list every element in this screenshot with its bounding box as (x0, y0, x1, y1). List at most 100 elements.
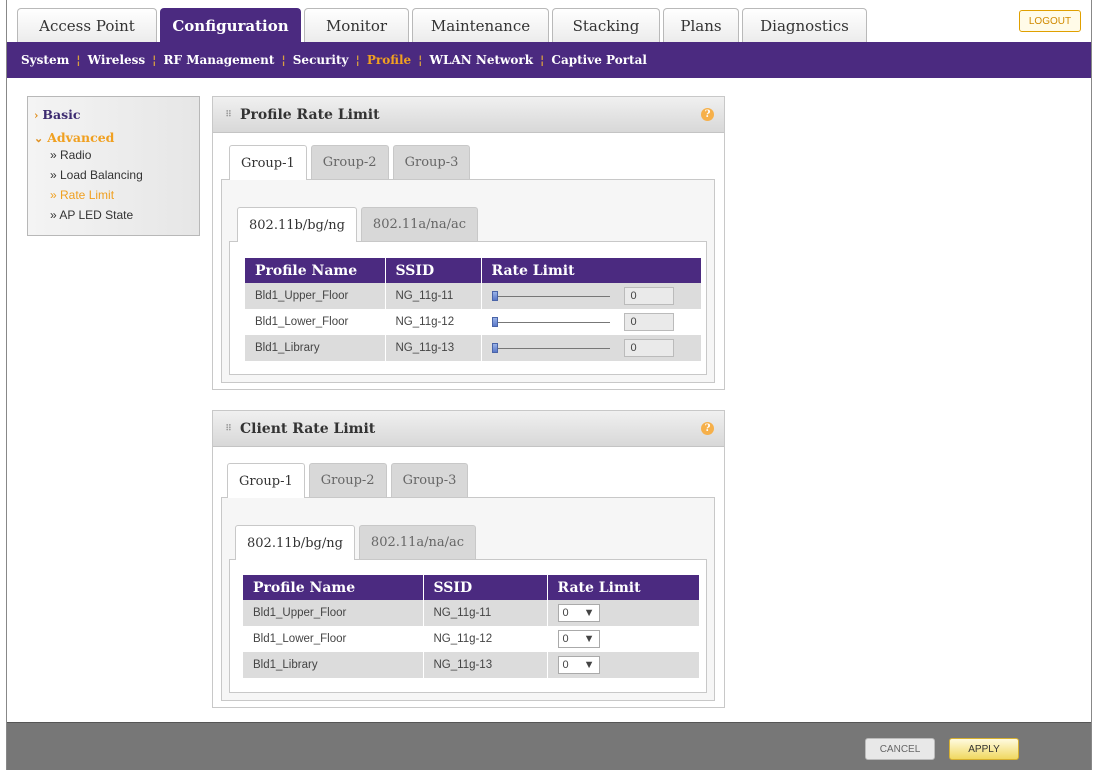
table-row: Bld1_Upper_Floor NG_11g-11 0 ▼ (243, 600, 700, 626)
tab-band-bg-ng[interactable]: 802.11b/bg/ng (235, 525, 355, 560)
menu-item-load-balancing[interactable]: » Load Balancing (34, 165, 193, 185)
ssid: NG_11g-11 (385, 283, 482, 309)
panel-title: Profile Rate Limit (240, 106, 380, 123)
chevron-down-icon: ⌄ (34, 132, 44, 145)
panel-header: ⠿ Client Rate Limit ? (213, 411, 724, 447)
apply-button[interactable]: APPLY (949, 738, 1019, 760)
profile-name: Bld1_Library (245, 335, 386, 361)
tab-maintenance[interactable]: Maintenance (412, 8, 549, 42)
left-menu: › Basic ⌄ Advanced » Radio » Load Balancin… (27, 96, 200, 236)
menu-item-radio[interactable]: » Radio (34, 145, 193, 165)
tab-diagnostics[interactable]: Diagnostics (742, 8, 867, 42)
menu-advanced-label: Advanced (47, 130, 115, 145)
client-rate-table: Profile Name SSID Rate Limit Bld1_Upper_… (243, 575, 700, 678)
footer-bar: CANCEL APPLY (7, 722, 1091, 770)
rate-slider[interactable] (491, 317, 610, 327)
tab-configuration[interactable]: Configuration (160, 8, 301, 42)
profile-name: Bld1_Upper_Floor (245, 283, 386, 309)
slider-track (491, 322, 610, 323)
tab-stacking[interactable]: Stacking (552, 8, 660, 42)
cancel-button[interactable]: CANCEL (865, 738, 935, 760)
subnav-rf-management[interactable]: RF Management (158, 53, 281, 67)
slider-track (491, 348, 610, 349)
tab-group-3[interactable]: Group-3 (392, 145, 471, 179)
table-header: Profile Name SSID Rate Limit (243, 575, 700, 600)
ssid: NG_11g-13 (423, 652, 548, 678)
profile-rate-table: Profile Name SSID Rate Limit Bld1_Upper_… (245, 258, 702, 361)
sub-nav: System ¦ Wireless ¦ RF Management ¦ Securit… (7, 42, 1091, 78)
tab-group-1[interactable]: Group-1 (229, 145, 307, 180)
table-row: Bld1_Library NG_11g-13 0 (245, 335, 702, 361)
grip-icon: ⠿ (225, 109, 233, 120)
ssid: NG_11g-13 (385, 335, 482, 361)
subnav-wlan-network[interactable]: WLAN Network (424, 53, 540, 67)
menu-basic[interactable]: › Basic (34, 107, 193, 122)
rate-value: 0 (623, 339, 674, 357)
col-rate-limit: Rate Limit (547, 575, 700, 600)
band-tabs: 802.11b/bg/ng 802.11a/na/ac (237, 207, 479, 242)
tab-access-point[interactable]: Access Point (17, 8, 157, 42)
menu-basic-label: Basic (42, 107, 81, 122)
help-icon[interactable]: ? (701, 108, 714, 121)
slider-thumb[interactable] (491, 343, 498, 353)
tab-band-a-na-ac[interactable]: 802.11a/na/ac (360, 207, 479, 241)
caret-down-icon: ▼ (583, 659, 595, 671)
ssid: NG_11g-12 (385, 309, 482, 335)
rate-value: 0 (623, 313, 674, 331)
tab-plans[interactable]: Plans (663, 8, 739, 42)
rate-limit-select[interactable]: 0 ▼ (557, 656, 600, 674)
table-header: Profile Name SSID Rate Limit (245, 258, 702, 283)
rate-limit-select[interactable]: 0 ▼ (557, 630, 600, 648)
subnav-wireless[interactable]: Wireless (82, 53, 152, 67)
caret-down-icon: ▼ (583, 607, 595, 619)
col-ssid: SSID (385, 258, 482, 283)
menu-item-ap-led-state[interactable]: » AP LED State (34, 205, 193, 225)
subnav-captive-portal[interactable]: Captive Portal (545, 53, 653, 67)
panel-header: ⠿ Profile Rate Limit ? (213, 97, 724, 133)
menu-advanced[interactable]: ⌄ Advanced (34, 130, 193, 145)
rate-value: 0 (623, 287, 674, 305)
profile-name: Bld1_Library (243, 652, 424, 678)
tab-band-bg-ng[interactable]: 802.11b/bg/ng (237, 207, 357, 242)
subnav-security[interactable]: Security (287, 53, 355, 67)
ssid: NG_11g-12 (423, 626, 548, 652)
col-profile-name: Profile Name (243, 575, 424, 600)
chevron-right-icon: › (34, 109, 39, 122)
rate-slider[interactable] (491, 343, 610, 353)
tab-group-3[interactable]: Group-3 (390, 463, 469, 497)
tab-group-2[interactable]: Group-2 (310, 145, 389, 179)
table-row: Bld1_Lower_Floor NG_11g-12 0 (245, 309, 702, 335)
panel-title: Client Rate Limit (240, 420, 376, 437)
select-value: 0 (562, 659, 569, 671)
caret-down-icon: ▼ (583, 633, 595, 645)
grip-icon: ⠿ (225, 423, 233, 434)
band-tabs: 802.11b/bg/ng 802.11a/na/ac (235, 525, 477, 560)
app-frame: Access Point Configuration Monitor Maint… (6, 0, 1092, 770)
col-profile-name: Profile Name (245, 258, 386, 283)
table-row: Bld1_Upper_Floor NG_11g-11 0 (245, 283, 702, 309)
slider-track (491, 296, 610, 297)
tab-group-2[interactable]: Group-2 (308, 463, 387, 497)
rate-slider[interactable] (491, 291, 610, 301)
select-value: 0 (562, 633, 569, 645)
help-icon[interactable]: ? (701, 422, 714, 435)
subnav-profile[interactable]: Profile (361, 53, 417, 67)
tab-monitor[interactable]: Monitor (304, 8, 409, 42)
ssid: NG_11g-11 (423, 600, 548, 626)
rate-limit-select[interactable]: 0 ▼ (557, 604, 600, 622)
tab-band-a-na-ac[interactable]: 802.11a/na/ac (358, 525, 477, 559)
top-nav: Access Point Configuration Monitor Maint… (7, 0, 1091, 42)
slider-thumb[interactable] (491, 291, 498, 301)
select-value: 0 (562, 607, 569, 619)
logout-button[interactable]: LOGOUT (1019, 10, 1081, 32)
col-ssid: SSID (423, 575, 548, 600)
table-row: Bld1_Library NG_11g-13 0 ▼ (243, 652, 700, 678)
group-tabs: Group-1 Group-2 Group-3 (227, 463, 469, 498)
profile-rate-limit-panel: ⠿ Profile Rate Limit ? Group-1 Group-2 G… (212, 96, 725, 390)
col-rate-limit: Rate Limit (481, 258, 702, 283)
slider-thumb[interactable] (491, 317, 498, 327)
tab-group-1[interactable]: Group-1 (227, 463, 305, 498)
subnav-system[interactable]: System (15, 53, 75, 67)
menu-item-rate-limit[interactable]: » Rate Limit (34, 185, 193, 205)
group-tabs: Group-1 Group-2 Group-3 (229, 145, 471, 180)
